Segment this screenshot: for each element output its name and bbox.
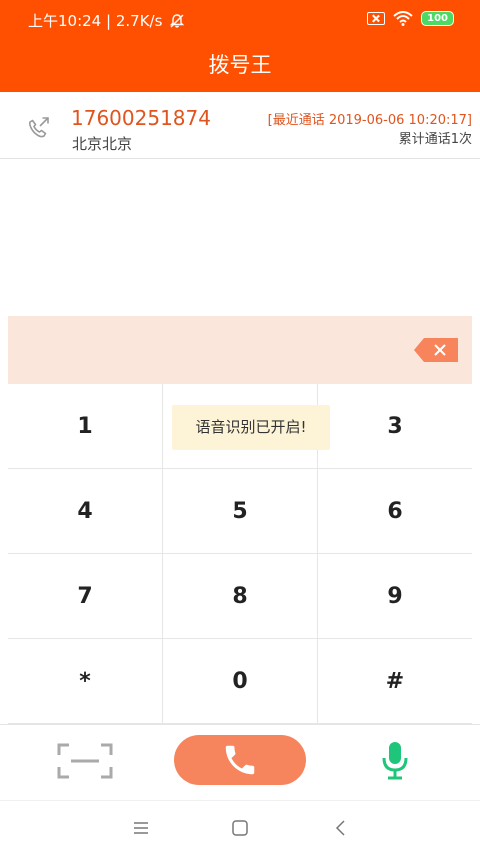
call-button[interactable] [174, 735, 306, 785]
key-1[interactable]: 1 [8, 384, 163, 469]
recent-call-time: [最近通话 2019-06-06 10:20:17] [267, 113, 472, 128]
key-star[interactable]: * [8, 639, 163, 724]
key-4[interactable]: 4 [8, 469, 163, 554]
contact-number: 17600251874 [71, 106, 211, 130]
key-5[interactable]: 5 [163, 469, 318, 554]
outgoing-call-icon [29, 117, 49, 138]
bottom-action-bar [0, 724, 480, 800]
status-left: 上午10:24 | 2.7K/s [28, 10, 185, 31]
status-divider: | [106, 12, 116, 30]
wifi-icon [393, 11, 413, 26]
key-9[interactable]: 9 [318, 554, 472, 639]
backspace-icon[interactable] [414, 338, 458, 362]
menu-icon[interactable] [131, 818, 151, 838]
call-count: 累计通话1次 [398, 132, 472, 147]
sim-icon [367, 12, 386, 25]
number-input-display[interactable] [8, 316, 472, 384]
battery-icon: 100 [421, 11, 454, 26]
page-title: 拨号王 [208, 53, 272, 77]
app-title-bar: 拨号王 [0, 38, 480, 92]
system-nav-bar [0, 800, 480, 854]
key-7[interactable]: 7 [8, 554, 163, 639]
bell-off-icon [169, 14, 185, 28]
call-icon [225, 745, 255, 775]
status-bar: 上午10:24 | 2.7K/s 100 [0, 0, 480, 38]
status-network-speed: 2.7K/s [115, 12, 163, 30]
key-6[interactable]: 6 [318, 469, 472, 554]
microphone-icon[interactable] [380, 741, 410, 781]
scan-icon[interactable] [57, 743, 113, 779]
contact-location: 北京北京 [72, 135, 133, 153]
key-3[interactable]: 3 [318, 384, 472, 469]
back-icon[interactable] [331, 818, 351, 838]
key-hash[interactable]: # [318, 639, 472, 724]
recent-contact-row[interactable]: 17600251874 北京北京 [最近通话 2019-06-06 10:20:… [0, 92, 480, 159]
status-right: 100 [367, 11, 454, 26]
key-8[interactable]: 8 [163, 554, 318, 639]
key-0[interactable]: 0 [163, 639, 318, 724]
status-time: 上午10:24 [28, 12, 102, 30]
home-icon[interactable] [230, 818, 250, 838]
voice-recognition-toast: 语音识别已开启! [172, 405, 330, 450]
